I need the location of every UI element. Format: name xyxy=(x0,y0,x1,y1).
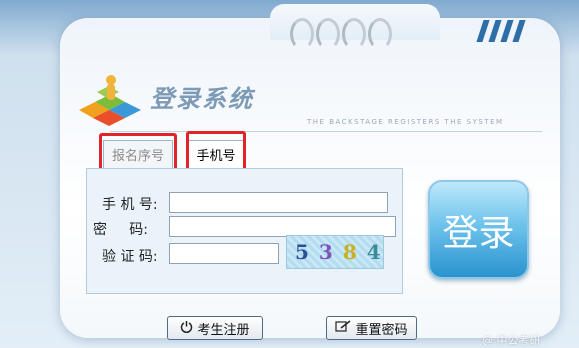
phone-input[interactable] xyxy=(169,192,388,213)
highlight-box-registration xyxy=(99,133,177,171)
reset-password-button[interactable]: 重置密码 xyxy=(326,316,417,340)
register-button[interactable]: 考生注册 xyxy=(167,316,263,340)
watermark: @ 中公考研 xyxy=(482,334,541,347)
power-icon xyxy=(180,320,193,337)
captcha-char: 3 xyxy=(318,240,343,264)
phone-label: 手 机 号: xyxy=(102,197,158,213)
highlight-box-phone xyxy=(186,131,246,171)
password-label: 密 码: xyxy=(93,222,148,238)
binder-ring-icon xyxy=(316,18,340,50)
captcha-char: 8 xyxy=(342,240,367,264)
captcha-image[interactable]: 5384 xyxy=(286,235,384,269)
captcha-char: 4 xyxy=(367,240,383,264)
register-label: 考生注册 xyxy=(197,322,250,338)
reset-password-label: 重置密码 xyxy=(355,322,408,338)
binder-ring-icon xyxy=(342,18,366,50)
system-title: 登录系统 xyxy=(150,84,254,113)
decorative-stripes-icon xyxy=(472,20,532,44)
captcha-label: 验 证 码: xyxy=(102,249,158,265)
login-button[interactable]: 登录 xyxy=(428,180,529,279)
logo-icon xyxy=(79,75,141,126)
binder-ring-icon xyxy=(290,18,314,50)
captcha-text: 5384 xyxy=(295,240,383,264)
password-input[interactable] xyxy=(169,216,396,237)
binder-ring-icon xyxy=(368,18,392,50)
system-subtitle: THE BACKSTAGE REGISTERS THE SYSTEM xyxy=(307,118,504,126)
captcha-input[interactable] xyxy=(169,243,279,264)
title-divider xyxy=(110,131,542,132)
captcha-char: 5 xyxy=(295,240,319,264)
edit-icon xyxy=(335,320,351,336)
